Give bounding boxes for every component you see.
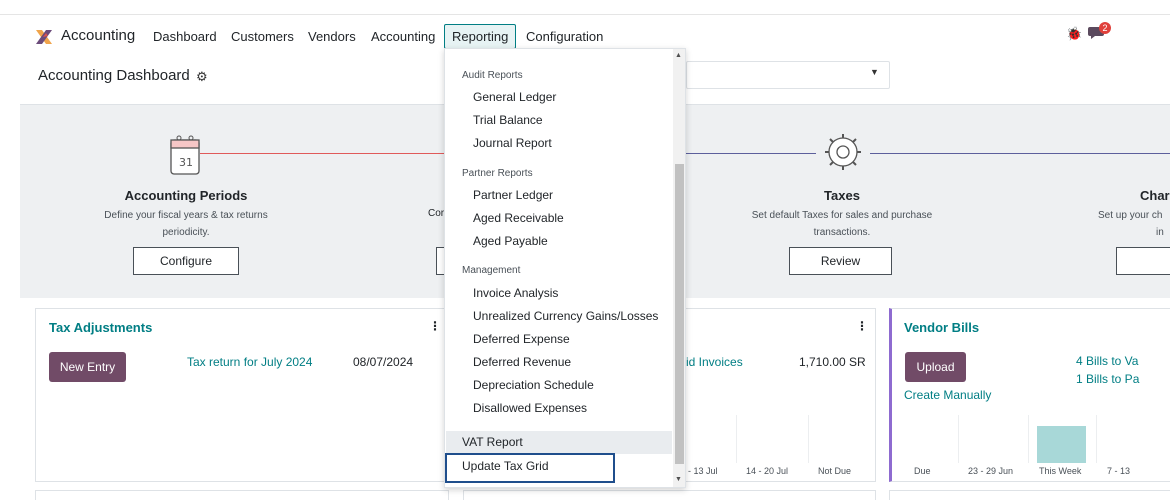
step-connector [686, 153, 816, 154]
notification-badge: 2 [1099, 22, 1111, 34]
chart-gridline [1028, 415, 1029, 463]
bills-to-validate-link[interactable]: 4 Bills to Va [1076, 354, 1138, 368]
step-connector [870, 153, 1170, 154]
menu-item-general-ledger[interactable]: General Ledger [473, 90, 556, 104]
menu-item-deferred-expense[interactable]: Deferred Expense [473, 332, 570, 346]
scroll-down-arrow-icon[interactable]: ▼ [675, 476, 682, 483]
step-title: Accounting Periods [124, 188, 248, 203]
card [889, 490, 1170, 500]
card-title[interactable]: Vendor Bills [904, 320, 979, 335]
nav-reporting[interactable]: Reporting [452, 29, 508, 44]
unpaid-invoices-amount: 1,710.00 SR [799, 355, 866, 369]
gear-taxes-icon [825, 134, 861, 170]
chart-gridline [808, 415, 809, 463]
partial-button[interactable] [1116, 247, 1170, 275]
chart-gridline [958, 415, 959, 463]
nav-accounting[interactable]: Accounting [371, 29, 435, 44]
unpaid-invoices-link[interactable]: id Invoices [686, 355, 743, 369]
scrollbar-thumb[interactable] [675, 164, 684, 464]
step-description: Set up your ch in [1098, 210, 1164, 238]
chart-axis-label: 7 - 13 [1107, 466, 1131, 476]
chart-axis-label: This Week [1039, 466, 1082, 476]
menu-item-partner-ledger[interactable]: Partner Ledger [473, 188, 553, 202]
gear-icon[interactable]: ⚙ [196, 69, 208, 85]
tax-return-date: 08/07/2024 [353, 355, 414, 369]
chart-axis-label: Not Due [818, 466, 852, 476]
step-partial-text: Cor [428, 208, 445, 219]
step-title: Taxes [824, 188, 860, 203]
step-description: Define your fiscal years & tax returns p… [104, 210, 268, 238]
menu-item-depreciation-schedule[interactable]: Depreciation Schedule [473, 378, 594, 392]
menu-item-aged-receivable[interactable]: Aged Receivable [473, 211, 564, 225]
menu-section-partner-reports: Partner Reports [462, 168, 533, 179]
configure-button[interactable]: Configure [133, 247, 239, 275]
bills-to-pay-link[interactable]: 1 Bills to Pa [1076, 372, 1139, 386]
menu-item-journal-report[interactable]: Journal Report [473, 136, 552, 150]
create-manually-link[interactable]: Create Manually [904, 388, 991, 402]
chart-axis-label: 14 - 20 Jul [746, 466, 789, 476]
page-title: Accounting Dashboard [38, 67, 190, 84]
menu-item-update-tax-grid[interactable]: Update Tax Grid [462, 459, 549, 473]
upload-button[interactable]: Upload [905, 352, 966, 382]
search-select[interactable] [686, 61, 890, 89]
menu-item-invoice-analysis[interactable]: Invoice Analysis [473, 286, 558, 300]
card [463, 490, 876, 500]
nav-configuration[interactable]: Configuration [526, 29, 603, 44]
chevron-down-icon[interactable]: ▼ [870, 67, 879, 77]
menu-item-vat-report[interactable]: VAT Report [462, 435, 523, 449]
menu-item-aged-payable[interactable]: Aged Payable [473, 234, 548, 248]
menu-item-deferred-revenue[interactable]: Deferred Revenue [473, 355, 571, 369]
card-title[interactable]: Tax Adjustments [49, 320, 152, 335]
review-button[interactable]: Review [789, 247, 892, 275]
svg-text:31: 31 [179, 156, 193, 169]
menu-section-audit-reports: Audit Reports [462, 70, 523, 81]
chart-axis-label: - 13 Jul [688, 466, 718, 476]
menu-item-disallowed-expenses[interactable]: Disallowed Expenses [473, 401, 587, 415]
kebab-menu-icon[interactable]: ⋮ [429, 319, 441, 333]
step-title: Char [1140, 188, 1170, 203]
new-entry-button[interactable]: New Entry [49, 352, 126, 382]
nav-dashboard[interactable]: Dashboard [153, 29, 217, 44]
card [35, 490, 449, 500]
chart-gridline [736, 415, 737, 463]
calendar-icon: 31 [170, 135, 200, 175]
scroll-up-arrow-icon[interactable]: ▲ [675, 52, 682, 59]
chart-bar [1037, 426, 1086, 463]
nav-vendors[interactable]: Vendors [308, 29, 356, 44]
chart-gridline [1096, 415, 1097, 463]
step-description: Set default Taxes for sales and purchase… [751, 210, 933, 238]
menu-item-trial-balance[interactable]: Trial Balance [473, 113, 543, 127]
nav-customers[interactable]: Customers [231, 29, 294, 44]
tax-return-link[interactable]: Tax return for July 2024 [187, 355, 312, 369]
menu-item-unrealized-currency[interactable]: Unrealized Currency Gains/Losses [473, 309, 658, 323]
reporting-dropdown-menu: ▲ ▼ Audit Reports General Ledger Trial B… [444, 48, 686, 488]
chart-axis-label: Due [914, 466, 931, 476]
kebab-menu-icon[interactable]: ⋮ [856, 319, 868, 333]
app-title[interactable]: Accounting [61, 27, 135, 44]
debug-bug-icon[interactable]: 🐞 [1066, 26, 1082, 42]
step-connector [200, 153, 444, 154]
accounting-app-icon[interactable] [34, 27, 54, 47]
menu-section-management: Management [462, 265, 521, 276]
chart-axis-label: 23 - 29 Jun [968, 466, 1014, 476]
